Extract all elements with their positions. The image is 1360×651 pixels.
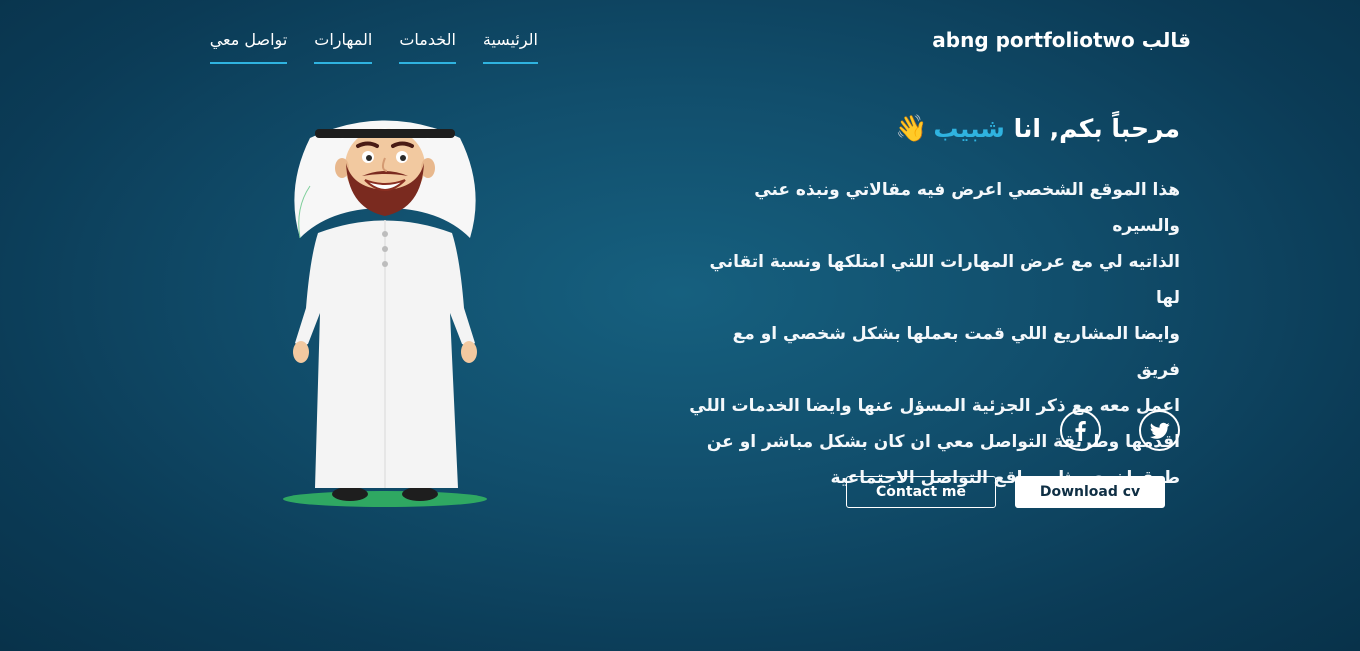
hero-title-prefix: مرحباً بكم, انا: [1004, 114, 1180, 143]
site-brand[interactable]: قالب abng portfoliotwo: [929, 28, 1191, 52]
main-nav: الرئيسية الخدمات المهارات تواصل معي: [182, 30, 538, 64]
contact-me-button[interactable]: Contact me: [846, 476, 996, 508]
twitter-icon: [1149, 422, 1170, 439]
hero-description-line: اعمل معه مع ذكر الجزئية المسؤل عنها وايض…: [689, 396, 1180, 416]
facebook-icon: [1075, 420, 1086, 441]
hero-description-line: وايضا المشاريع اللي قمت بعملها بشكل شخصي…: [732, 324, 1180, 380]
nav-item-home[interactable]: الرئيسية: [482, 30, 538, 64]
nav-item-skills[interactable]: المهارات: [314, 30, 373, 64]
hero-description-line: اقدمها وطريقة التواصل معي ان كان بشكل مب…: [706, 432, 1180, 452]
twitter-link[interactable]: [1139, 410, 1180, 451]
nav-item-contact[interactable]: تواصل معي: [209, 30, 288, 64]
hero-description-line: الذاتيه لي مع عرض المهارات اللتي امتلكها…: [709, 252, 1180, 308]
hero-description-line: هذا الموقع الشخصي اعرض فيه مقالاتي ونبذه…: [754, 180, 1180, 236]
download-cv-button[interactable]: Download cv: [1015, 476, 1165, 508]
hero-description: هذا الموقع الشخصي اعرض فيه مقالاتي ونبذه…: [686, 172, 1180, 496]
nav-item-services[interactable]: الخدمات: [399, 30, 456, 64]
character-illustration: [283, 120, 487, 507]
hero-title: مرحباً بكم, انا شبيب👋: [880, 110, 1180, 148]
facebook-link[interactable]: [1060, 410, 1101, 451]
hero-title-name: شبيب: [933, 114, 1005, 143]
waving-hand-icon: 👋: [895, 114, 928, 144]
